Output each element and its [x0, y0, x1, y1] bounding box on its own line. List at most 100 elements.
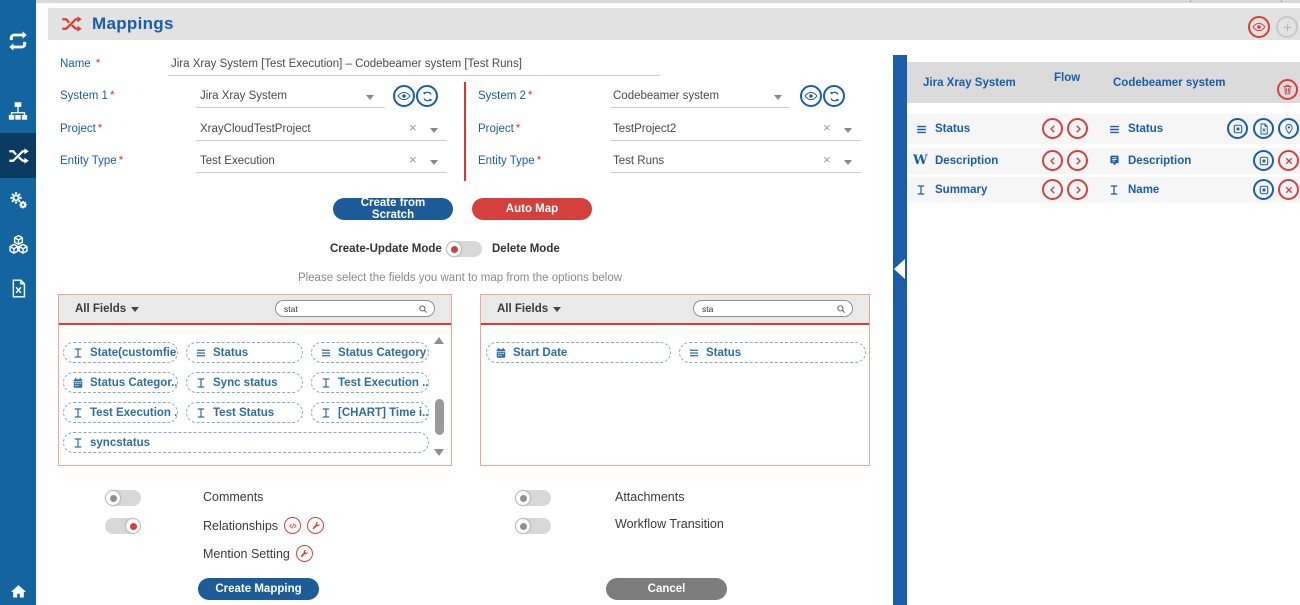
- field-chip[interactable]: Test Status: [186, 402, 303, 423]
- page-title: Mappings: [92, 14, 174, 34]
- field-chip[interactable]: Test Execution ...: [311, 372, 429, 393]
- system1-eye-button[interactable]: [393, 85, 415, 107]
- caret-down-icon: [553, 307, 561, 312]
- scroll-down-arrow[interactable]: [434, 449, 444, 456]
- entity1-clear-icon[interactable]: ×: [409, 152, 417, 167]
- scroll-up-arrow[interactable]: [434, 337, 444, 344]
- attachments-toggle-knob[interactable]: [516, 491, 530, 505]
- source-fields-search-input[interactable]: [282, 303, 418, 315]
- system2-eye-button[interactable]: [800, 85, 822, 107]
- entity2-clear-icon[interactable]: ×: [823, 152, 831, 167]
- mention-setting-wrench-button[interactable]: [296, 545, 313, 562]
- preview-col-system2: Codebeamer system: [1113, 77, 1226, 89]
- rich-text-icon: [1108, 154, 1121, 167]
- row-left-label: Description: [935, 155, 998, 167]
- target-fields-filter-dropdown[interactable]: All Fields: [497, 303, 561, 315]
- clone-button[interactable]: [1253, 179, 1274, 200]
- export-file-button[interactable]: [1253, 118, 1274, 139]
- field-chip[interactable]: syncstatus: [63, 432, 429, 453]
- delete-mode-label: Delete Mode: [492, 243, 560, 255]
- source-fields-searchbox[interactable]: [275, 300, 435, 317]
- clone-button[interactable]: [1253, 150, 1274, 171]
- target-fields-panel: All Fields Start Date Status: [480, 294, 870, 466]
- sidebar-item-sitemap-icon[interactable]: [0, 92, 36, 130]
- sidebar-item-sync-icon[interactable]: [0, 22, 36, 60]
- entity2-underline: [610, 172, 861, 173]
- mention-setting-label: Mention Setting: [203, 545, 313, 562]
- system1-caret-down-icon[interactable]: [366, 95, 374, 100]
- workflow-transition-toggle-knob[interactable]: [516, 519, 530, 533]
- remove-mapping-button[interactable]: [1278, 179, 1299, 200]
- create-from-scratch-button[interactable]: Create from Scratch: [333, 198, 453, 220]
- entity1-select[interactable]: Test Execution: [200, 155, 275, 167]
- flow-right-chevron-button[interactable]: [1067, 179, 1088, 200]
- text-field-icon: [915, 184, 927, 196]
- flow-left-chevron-button[interactable]: [1042, 179, 1063, 200]
- system2-select[interactable]: Codebeamer system: [613, 90, 719, 102]
- add-mapping-button[interactable]: [1276, 16, 1298, 38]
- project1-clear-icon[interactable]: ×: [409, 120, 417, 135]
- field-chip[interactable]: Status Categor...: [63, 372, 178, 393]
- comments-toggle[interactable]: [105, 490, 141, 506]
- auto-map-button[interactable]: Auto Map: [472, 198, 592, 220]
- project2-label: Project*: [478, 123, 520, 135]
- sidebar-item-excel-file-icon[interactable]: [0, 269, 36, 307]
- target-fields-list: Start Date Status: [481, 325, 869, 465]
- system1-refresh-button[interactable]: [416, 85, 438, 107]
- cancel-button[interactable]: Cancel: [606, 578, 727, 600]
- relationships-code-button[interactable]: [284, 517, 301, 534]
- name-value[interactable]: Jira Xray System [Test Execution] – Code…: [171, 58, 522, 70]
- project2-clear-icon[interactable]: ×: [823, 120, 831, 135]
- field-chip[interactable]: [CHART] Time i...: [311, 402, 429, 423]
- entity1-caret-down-icon[interactable]: [430, 160, 438, 165]
- remove-mapping-button[interactable]: [1278, 150, 1299, 171]
- source-fields-filter-dropdown[interactable]: All Fields: [75, 303, 139, 315]
- view-mappings-eye-button[interactable]: [1248, 16, 1270, 38]
- location-pin-button[interactable]: [1278, 118, 1299, 139]
- project2-caret-down-icon[interactable]: [844, 128, 852, 133]
- attachments-toggle[interactable]: [515, 490, 551, 506]
- sidebar-item-mappings-shuffle-icon[interactable]: [0, 133, 36, 178]
- system2-refresh-button[interactable]: [823, 85, 845, 107]
- field-chip[interactable]: Status: [679, 342, 866, 363]
- scrollbar-thumb[interactable]: [435, 399, 444, 435]
- flow-right-chevron-button[interactable]: [1067, 150, 1088, 171]
- system1-select[interactable]: Jira Xray System: [200, 90, 287, 102]
- workflow-transition-toggle[interactable]: [515, 518, 551, 534]
- sidebar-item-home-icon[interactable]: [0, 572, 36, 605]
- project1-select[interactable]: XrayCloudTestProject: [200, 123, 311, 135]
- field-chip[interactable]: Status: [186, 342, 303, 363]
- flow-left-chevron-button[interactable]: [1042, 118, 1063, 139]
- target-fields-search-input[interactable]: [700, 303, 836, 315]
- create-mapping-button[interactable]: Create Mapping: [198, 578, 319, 600]
- target-fields-searchbox[interactable]: [693, 300, 853, 317]
- entity2-select[interactable]: Test Runs: [613, 155, 664, 167]
- help-text: Please select the fields you want to map…: [160, 272, 760, 284]
- field-chip[interactable]: State(customfie...: [63, 342, 178, 363]
- sidebar-item-cubes-icon[interactable]: [0, 225, 36, 263]
- field-chip[interactable]: Sync status: [186, 372, 303, 393]
- entity2-caret-down-icon[interactable]: [844, 160, 852, 165]
- project1-caret-down-icon[interactable]: [430, 128, 438, 133]
- field-chip[interactable]: Start Date: [486, 342, 671, 363]
- relationships-toggle-knob[interactable]: [126, 519, 140, 533]
- system1-label: System 1*: [60, 90, 114, 102]
- mode-toggle[interactable]: [446, 241, 482, 257]
- collapse-arrow-icon[interactable]: [894, 259, 905, 279]
- row-left-label: Summary: [935, 184, 987, 196]
- comments-toggle-knob[interactable]: [106, 491, 120, 505]
- field-chip[interactable]: Test Execution ...: [63, 402, 178, 423]
- name-label: Name *: [60, 58, 100, 70]
- preview-collapse-bar[interactable]: [893, 55, 907, 605]
- delete-mapping-trash-button[interactable]: [1277, 79, 1298, 100]
- clone-button[interactable]: [1227, 118, 1248, 139]
- relationships-wrench-button[interactable]: [307, 517, 324, 534]
- mode-toggle-knob[interactable]: [447, 242, 461, 256]
- system2-caret-down-icon[interactable]: [774, 95, 782, 100]
- project2-select[interactable]: TestProject2: [613, 123, 676, 135]
- flow-right-chevron-button[interactable]: [1067, 118, 1088, 139]
- sidebar-item-gears-icon[interactable]: [0, 181, 36, 219]
- field-chip[interactable]: Status Category: [311, 342, 429, 363]
- flow-left-chevron-button[interactable]: [1042, 150, 1063, 171]
- relationships-toggle[interactable]: [105, 518, 141, 534]
